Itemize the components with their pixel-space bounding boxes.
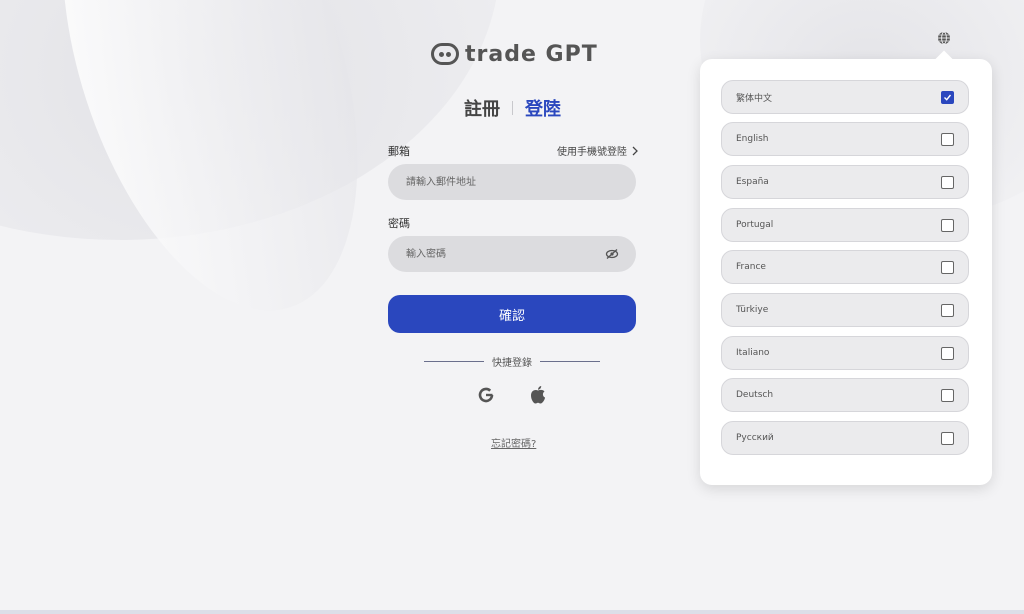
eye-hidden-icon[interactable] [604, 246, 620, 262]
forgot-password-link[interactable]: 忘記密碼? [491, 435, 536, 450]
language-checkbox[interactable] [941, 346, 954, 360]
phone-login-link[interactable]: 使用手機號登陸 [557, 143, 639, 158]
language-label: Deutsch [736, 390, 774, 400]
checkmark-icon [944, 94, 952, 101]
language-option[interactable]: España [721, 165, 969, 199]
language-option[interactable]: Türkiye [721, 293, 969, 327]
language-label: Portugal [736, 220, 774, 230]
language-label: Italiano [736, 348, 770, 358]
apple-login-button[interactable] [527, 384, 549, 406]
language-dropdown: 繁体中文 English España Portugal France Türk… [700, 59, 992, 485]
language-option[interactable]: France [721, 250, 969, 284]
chevron-right-icon [632, 146, 638, 155]
divider-line-right [540, 361, 600, 362]
password-input-wrapper [388, 236, 636, 272]
language-label: 繁体中文 [736, 93, 773, 104]
email-label: 郵箱 [388, 145, 410, 158]
language-checkbox[interactable] [941, 175, 954, 189]
logo-text: trade GPT [465, 41, 598, 67]
password-input[interactable] [404, 247, 604, 261]
language-label: France [736, 262, 766, 272]
google-login-button[interactable] [475, 384, 497, 406]
language-checkbox[interactable] [941, 132, 954, 146]
language-label: Русский [736, 433, 774, 443]
quick-login-divider: 快捷登錄 [424, 354, 600, 369]
phone-login-link-text: 使用手機號登陸 [557, 147, 627, 158]
logo: trade GPT [431, 40, 598, 68]
google-icon [478, 387, 494, 403]
language-checkbox-checked[interactable] [941, 90, 954, 104]
globe-icon[interactable] [937, 31, 951, 45]
divider-line-left [424, 361, 484, 362]
language-option[interactable]: 繁体中文 [721, 80, 969, 114]
language-option[interactable]: Portugal [721, 208, 969, 242]
apple-icon [531, 386, 545, 404]
quick-login-label: 快捷登錄 [492, 358, 532, 369]
language-checkbox[interactable] [941, 431, 954, 445]
tab-divider [512, 101, 513, 115]
language-checkbox[interactable] [941, 303, 954, 317]
robot-logo-icon [431, 43, 459, 65]
language-label: Türkiye [736, 305, 769, 315]
language-label: España [736, 177, 769, 187]
language-option[interactable]: Deutsch [721, 378, 969, 412]
language-label: English [736, 134, 769, 144]
tab-register[interactable]: 註冊 [464, 95, 500, 121]
language-option[interactable]: Русский [721, 421, 969, 455]
language-checkbox[interactable] [941, 260, 954, 274]
email-input-wrapper [388, 164, 636, 200]
confirm-button[interactable]: 確認 [388, 295, 636, 333]
email-input[interactable] [404, 175, 620, 189]
password-label: 密碼 [388, 217, 410, 230]
language-option[interactable]: Italiano [721, 336, 969, 370]
language-checkbox[interactable] [941, 388, 954, 402]
language-checkbox[interactable] [941, 218, 954, 232]
tab-login[interactable]: 登陸 [525, 95, 561, 121]
language-option[interactable]: English [721, 122, 969, 156]
auth-tabs: 註冊 登陸 [464, 95, 561, 121]
